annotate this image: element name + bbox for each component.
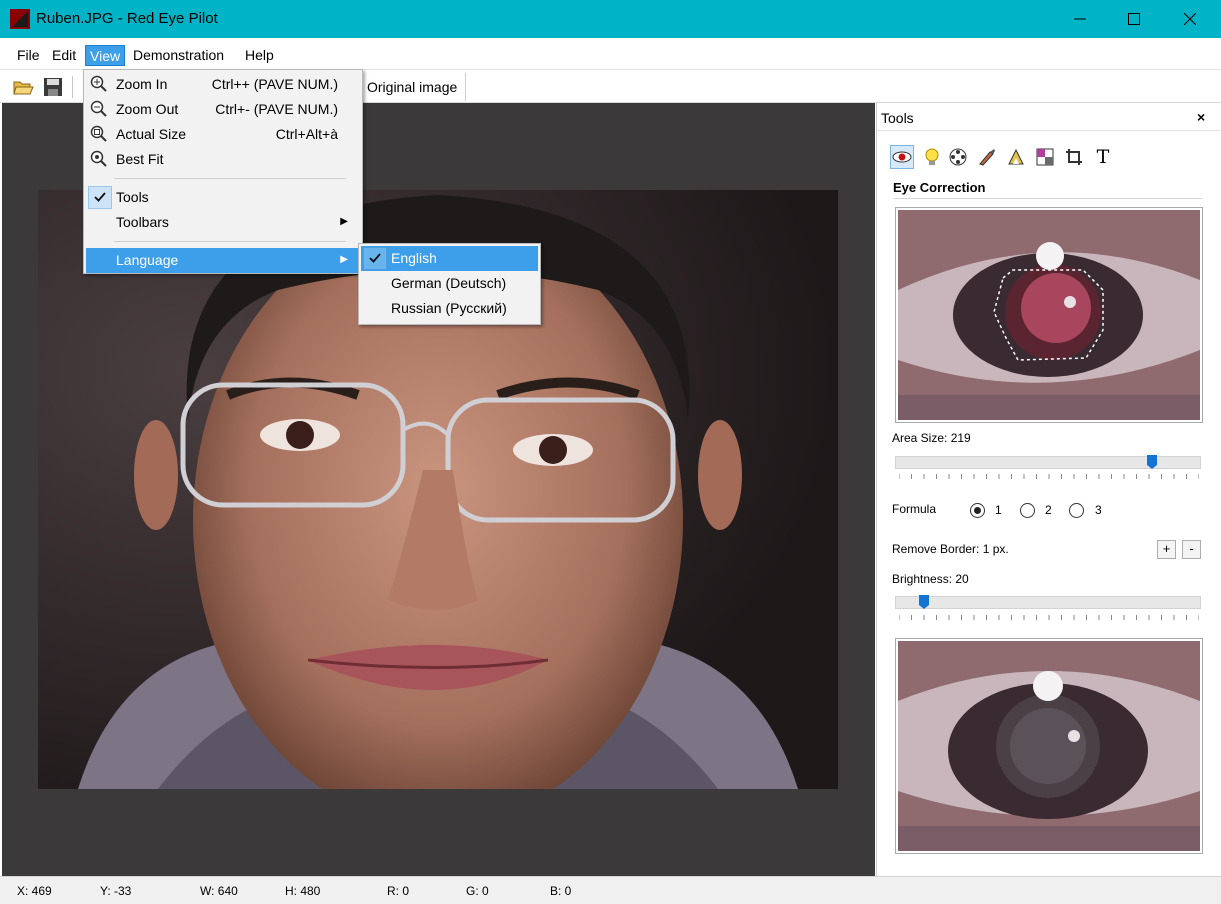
brightness-slider-thumb[interactable]: [918, 595, 929, 609]
eye-before-image: [898, 210, 1200, 420]
minimize-button[interactable]: [1053, 0, 1106, 38]
formula-label: Formula: [892, 502, 937, 516]
formula-radio-3[interactable]: [1069, 503, 1084, 518]
menu-item-zoom-out[interactable]: Zoom Out Ctrl+- (PAVE NUM.): [86, 97, 360, 122]
minimize-icon: [1073, 18, 1086, 20]
status-green: G: 0: [466, 884, 489, 898]
language-item-german[interactable]: German (Deutsch): [361, 271, 538, 296]
maximize-icon: [1127, 13, 1140, 25]
menu-item-label: Tools: [116, 189, 149, 205]
checkmark-icon: [369, 253, 381, 263]
original-image-button[interactable]: Original image: [358, 73, 467, 101]
area-size-label: Area Size: 219: [892, 431, 971, 445]
language-item-label: Russian (Русский): [391, 300, 507, 316]
language-item-english[interactable]: English: [361, 246, 538, 271]
status-x: X: 469: [17, 884, 52, 898]
zoom-out-icon: [90, 100, 107, 117]
menu-item-zoom-in[interactable]: Zoom In Ctrl++ (PAVE NUM.): [86, 72, 360, 97]
menu-file[interactable]: File: [13, 45, 44, 66]
maximize-button[interactable]: [1107, 0, 1160, 38]
status-y: Y: -33: [100, 884, 132, 898]
menu-item-shortcut: Ctrl++ (PAVE NUM.): [211, 76, 338, 92]
menu-help[interactable]: Help: [241, 45, 278, 66]
menu-item-best-fit[interactable]: Best Fit: [86, 147, 360, 172]
area-size-ticks: [899, 474, 1199, 479]
menu-item-label: Toolbars: [116, 214, 169, 230]
text-tool-icon[interactable]: T: [1091, 145, 1115, 169]
brightness-label: Brightness: 20: [892, 572, 969, 586]
tools-panel-title: Tools: [881, 110, 914, 126]
checkmark-icon: [94, 192, 106, 202]
brightness-slider[interactable]: [895, 596, 1201, 609]
color-square-icon[interactable]: [1033, 145, 1057, 169]
formula-radio-1[interactable]: [970, 503, 985, 518]
status-blue: B: 0: [550, 884, 572, 898]
language-item-label: German (Deutsch): [391, 275, 507, 291]
menu-separator: [114, 178, 346, 179]
save-disk-icon[interactable]: [42, 76, 64, 98]
status-height: H: 480: [285, 884, 321, 898]
menu-edit[interactable]: Edit: [48, 45, 80, 66]
brightness-ticks: [899, 615, 1199, 620]
formula-option-3-label: 3: [1095, 503, 1102, 517]
menu-item-language[interactable]: Language ▶: [86, 248, 360, 273]
menu-item-actual-size[interactable]: Actual Size Ctrl+Alt+à: [86, 122, 360, 147]
remove-border-plus-button[interactable]: +: [1157, 540, 1176, 559]
menu-bar: File Edit View Demonstration Help: [0, 39, 1221, 70]
best-fit-icon: [90, 150, 107, 167]
eye-after-image: [898, 641, 1200, 851]
eye-correction-icon[interactable]: [890, 145, 914, 169]
close-icon: [1183, 13, 1196, 25]
preview-before: [895, 207, 1203, 423]
open-folder-icon[interactable]: [12, 76, 34, 98]
section-title-eye-correction: Eye Correction: [893, 180, 986, 195]
brush-icon[interactable]: [975, 145, 999, 169]
menu-demonstration[interactable]: Demonstration: [129, 45, 228, 66]
menu-view[interactable]: View: [85, 45, 126, 66]
section-divider: [893, 198, 1203, 199]
menu-item-label: Best Fit: [116, 151, 164, 167]
menu-item-label: Zoom In: [116, 76, 168, 92]
formula-option-2-label: 2: [1045, 503, 1052, 517]
area-size-slider-thumb[interactable]: [1146, 455, 1157, 469]
view-menu-popup: Zoom In Ctrl++ (PAVE NUM.) Zoom Out Ctrl…: [83, 69, 363, 274]
remove-border-label: Remove Border: 1 px.: [892, 542, 1009, 556]
remove-border-minus-button[interactable]: -: [1182, 540, 1201, 559]
close-button[interactable]: [1163, 0, 1216, 38]
zoom-in-icon: [90, 75, 107, 92]
status-bar: X: 469 Y: -33 W: 640 H: 480 R: 0 G: 0 B:…: [0, 876, 1221, 904]
tools-panel-header: Tools ×: [877, 103, 1220, 131]
tools-panel-close-button[interactable]: ×: [1197, 109, 1205, 125]
tools-panel: Tools × T Eye Correction Area Size: 219 …: [876, 103, 1221, 876]
title-bar: Ruben.JPG - Red Eye Pilot: [0, 0, 1221, 38]
formula-radio-2[interactable]: [1020, 503, 1035, 518]
menu-item-shortcut: Ctrl+- (PAVE NUM.): [215, 101, 338, 117]
app-logo-icon: [10, 9, 30, 29]
status-width: W: 640: [200, 884, 238, 898]
crop-icon[interactable]: [1062, 145, 1086, 169]
film-reel-icon[interactable]: [946, 145, 970, 169]
actual-size-icon: [90, 125, 107, 142]
menu-separator: [114, 241, 346, 242]
status-red: R: 0: [387, 884, 410, 898]
submenu-arrow-icon: ▶: [340, 216, 348, 227]
preview-after: [895, 638, 1203, 854]
menu-item-label: Zoom Out: [116, 101, 179, 117]
menu-item-toolbars[interactable]: Toolbars ▶: [86, 210, 360, 235]
language-submenu-popup: English German (Deutsch) Russian (Русски…: [358, 243, 541, 325]
menu-item-shortcut: Ctrl+Alt+à: [275, 126, 338, 142]
language-item-russian[interactable]: Russian (Русский): [361, 296, 538, 321]
language-item-label: English: [391, 250, 437, 266]
lightbulb-icon[interactable]: [920, 145, 944, 169]
triangle-ruler-icon[interactable]: [1004, 145, 1028, 169]
submenu-arrow-icon: ▶: [340, 254, 348, 265]
toolbar-separator: [72, 76, 73, 98]
menu-item-tools[interactable]: Tools: [86, 185, 360, 210]
menu-item-label: Language: [116, 252, 179, 268]
formula-option-1-label: 1: [995, 503, 1002, 517]
window-title: Ruben.JPG - Red Eye Pilot: [36, 10, 218, 27]
menu-item-label: Actual Size: [116, 126, 187, 142]
